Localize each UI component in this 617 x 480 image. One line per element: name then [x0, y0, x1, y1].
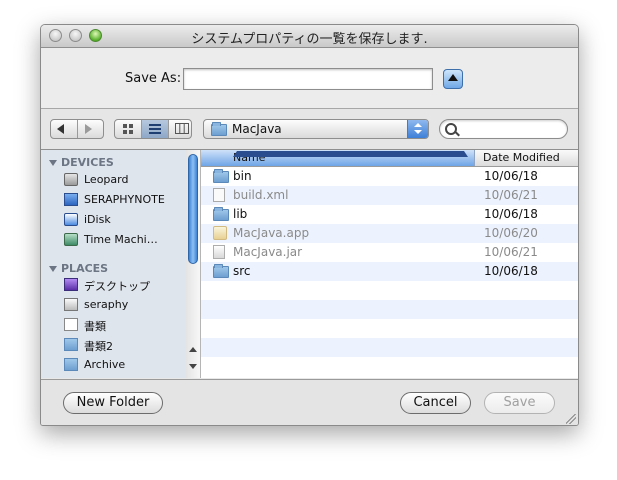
sidebar-item-time-machine[interactable]: Time Machi…: [64, 231, 199, 249]
search-icon: [445, 123, 457, 135]
collapse-toggle-button[interactable]: [443, 69, 463, 89]
empty-row: [201, 357, 578, 376]
idisk-icon: [64, 213, 78, 226]
sidebar-section-devices[interactable]: DEVICES: [49, 156, 114, 169]
scroll-down-arrow-icon[interactable]: [189, 364, 197, 369]
disclosure-triangle-icon: [49, 266, 57, 272]
hard-drive-icon: [64, 173, 78, 186]
column-view-icon: [175, 123, 189, 134]
list-view-button[interactable]: [142, 120, 169, 138]
save-as-input[interactable]: [183, 68, 433, 90]
title-bar: システムプロパティの一覧を保存します.: [41, 25, 578, 48]
sidebar-item-desktop[interactable]: デスクトップ: [64, 276, 182, 294]
empty-row: [201, 300, 578, 319]
folder-icon: [64, 358, 78, 371]
jar-file-icon: [213, 245, 225, 259]
folder-icon: [211, 122, 227, 136]
sidebar: DEVICES Leopard SERAPHYNOTE iDisk Time M…: [41, 150, 199, 378]
column-view-button[interactable]: [169, 120, 191, 138]
folder-icon: [213, 207, 229, 221]
sidebar-item-seraphynote[interactable]: SERAPHYNOTE: [64, 191, 182, 209]
time-machine-icon: [64, 233, 78, 246]
file-list-header: Name Date Modified: [201, 150, 578, 167]
document-icon: [213, 188, 225, 202]
forward-arrow-icon: [84, 124, 92, 134]
file-list: Name Date Modified bin 10/06/18 build.xm…: [201, 150, 578, 378]
disclosure-triangle-icon: [49, 160, 57, 166]
empty-row: [201, 319, 578, 338]
save-as-panel: Save As:: [41, 48, 578, 109]
name-column-header[interactable]: Name: [201, 150, 475, 166]
location-popup-label: MacJava: [232, 122, 282, 136]
save-dialog: システムプロパティの一覧を保存します. Save As: MacJava DEV…: [40, 24, 579, 426]
sidebar-item-leopard[interactable]: Leopard: [64, 171, 182, 189]
file-row-src[interactable]: src 10/06/18: [201, 262, 578, 281]
save-button[interactable]: Save: [484, 392, 555, 414]
file-row-macjava-app: MacJava.app 10/06/20: [201, 224, 578, 243]
forward-button[interactable]: [78, 120, 104, 138]
application-icon: [213, 226, 227, 240]
window-title: システムプロパティの一覧を保存します.: [191, 32, 428, 47]
back-button[interactable]: [51, 120, 78, 138]
folder-icon: [64, 338, 78, 351]
sidebar-item-documents2[interactable]: 書類2: [64, 336, 182, 354]
sidebar-scrollbar[interactable]: [186, 150, 201, 378]
scrollbar-thumb[interactable]: [188, 154, 198, 264]
chevron-up-icon: [448, 74, 458, 81]
file-row-build-xml: build.xml 10/06/21: [201, 186, 578, 205]
empty-row: [201, 338, 578, 357]
sidebar-section-places[interactable]: PLACES: [49, 262, 108, 275]
resize-grip-icon[interactable]: [566, 414, 576, 424]
back-forward-control: [50, 119, 104, 139]
new-folder-button[interactable]: New Folder: [63, 392, 163, 414]
button-bar: New Folder Cancel Save: [41, 379, 578, 425]
folder-icon: [213, 169, 229, 183]
icon-view-button[interactable]: [115, 120, 142, 138]
empty-row: [201, 281, 578, 300]
view-mode-control: [114, 119, 192, 139]
home-icon: [64, 298, 78, 311]
date-column-header[interactable]: Date Modified: [483, 151, 560, 164]
save-as-label: Save As:: [125, 71, 182, 86]
file-row-bin[interactable]: bin 10/06/18: [201, 167, 578, 186]
list-view-icon: [149, 124, 161, 134]
folder-icon: [213, 264, 229, 278]
sidebar-item-archive[interactable]: Archive: [64, 356, 182, 374]
laptop-icon: [64, 193, 78, 206]
documents-icon: [64, 318, 78, 331]
sort-ascending-icon: [233, 151, 468, 157]
sidebar-item-seraphy[interactable]: seraphy: [64, 296, 182, 314]
search-field[interactable]: [439, 119, 568, 139]
icon-view-icon: [123, 124, 133, 134]
popup-arrows-icon: [407, 120, 428, 138]
back-arrow-icon: [57, 124, 64, 134]
desktop-icon: [64, 278, 78, 291]
cancel-button[interactable]: Cancel: [400, 392, 471, 414]
file-row-macjava-jar: MacJava.jar 10/06/21: [201, 243, 578, 262]
location-popup[interactable]: MacJava: [203, 119, 429, 139]
sidebar-item-idisk[interactable]: iDisk: [64, 211, 182, 229]
sidebar-item-documents[interactable]: 書類: [64, 316, 182, 334]
file-row-lib[interactable]: lib 10/06/18: [201, 205, 578, 224]
scroll-up-arrow-icon[interactable]: [189, 347, 197, 352]
